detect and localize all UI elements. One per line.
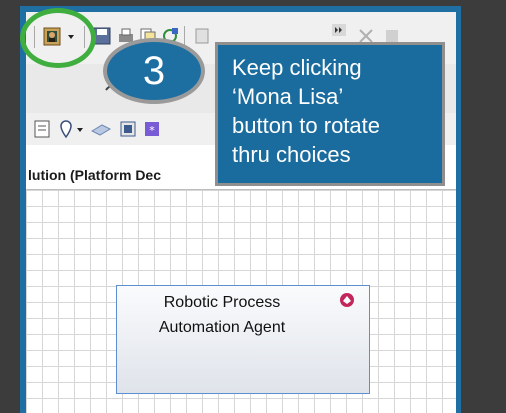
- step-number: 3: [142, 48, 166, 93]
- node-label: Robotic Process Automation Agent: [117, 290, 327, 340]
- callout-line-4: thru choices: [232, 142, 351, 167]
- node-label-line-1: Robotic Process: [163, 294, 281, 311]
- callout-line-2: ‘Mona Lisa’: [232, 84, 344, 109]
- component-icon[interactable]: *: [142, 119, 162, 139]
- diagram-title: lution (Platform Dec: [28, 167, 162, 183]
- pin-icon[interactable]: [58, 119, 86, 139]
- svg-text:*: *: [149, 124, 155, 137]
- paste-icon[interactable]: [192, 26, 212, 46]
- step-number-badge: 3: [103, 38, 205, 104]
- application-component-icon: [340, 293, 354, 307]
- diagram-node-rpa-agent[interactable]: Robotic Process Automation Agent: [116, 285, 370, 394]
- overflow-chevron-icon[interactable]: [332, 24, 346, 36]
- node-label-line-2: Automation Agent: [158, 319, 286, 336]
- callout-line-1: Keep clicking: [232, 55, 362, 80]
- frame-icon[interactable]: [118, 119, 138, 139]
- connector-icon[interactable]: [90, 121, 112, 137]
- instruction-callout: Keep clicking ‘Mona Lisa’ button to rota…: [215, 42, 445, 186]
- callout-line-3: button to rotate: [232, 113, 380, 138]
- highlight-ring: [20, 8, 96, 68]
- notes-icon[interactable]: [32, 119, 52, 139]
